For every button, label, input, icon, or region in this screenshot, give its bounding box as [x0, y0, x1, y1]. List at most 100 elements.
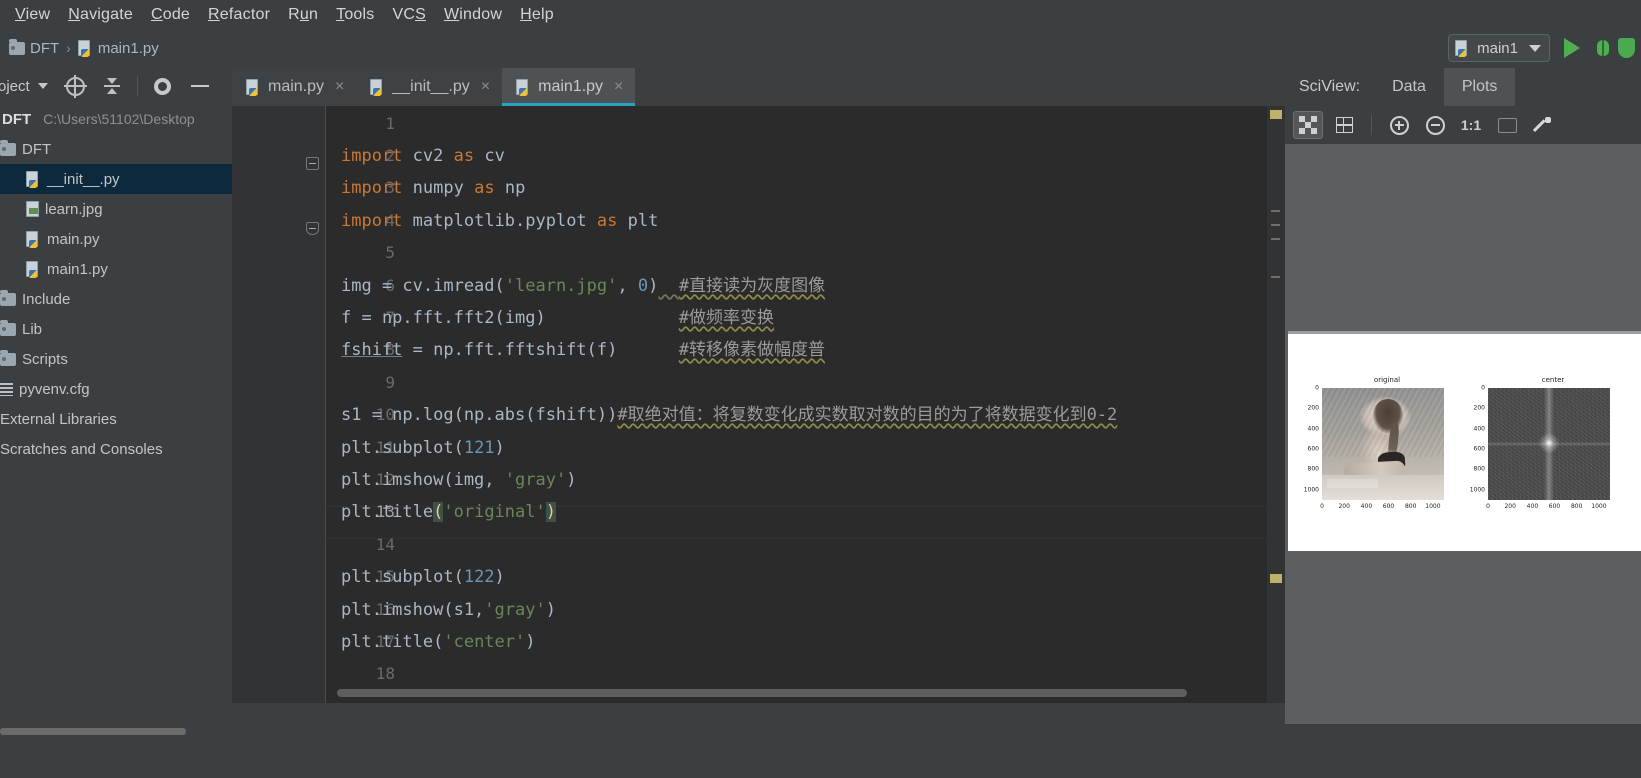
y-tick-label: 0	[1481, 384, 1485, 392]
fold-marker-icon[interactable]	[306, 222, 319, 235]
subplot-original: original 0 200 400 600 800 1000 0 200 40…	[1304, 376, 1452, 510]
menu-item-tools[interactable]: Tools	[327, 4, 383, 26]
code-line[interactable]: 8 fshift = np.fft.fftshift(f) #转移像素做幅度普	[325, 334, 1285, 367]
tab-main-py[interactable]: main.py ×	[232, 68, 357, 106]
line-content: s1 = np.log(np.abs(fshift))#取绝对值：将复数变化成实…	[341, 405, 1118, 425]
chevron-down-icon[interactable]	[37, 83, 48, 89]
scrollbar-thumb[interactable]	[0, 728, 186, 735]
grid-view-button[interactable]	[1329, 111, 1359, 139]
x-tick-label: 0	[1486, 503, 1490, 510]
tree-item-label: Scratches and Consoles	[0, 440, 163, 458]
menu-item-refactor[interactable]: Refactor	[199, 4, 279, 26]
code-line[interactable]: 4 import matplotlib.pyplot as plt	[325, 205, 1285, 238]
menu-item-view[interactable]: View	[6, 4, 59, 26]
editor-horizontal-scrollbar[interactable]	[337, 689, 1187, 697]
code-line[interactable]: 18	[325, 658, 1285, 691]
editor-bottom-area	[232, 703, 1285, 736]
close-icon[interactable]: ×	[335, 78, 344, 96]
code-line[interactable]: 2 import cv2 as cv	[325, 140, 1285, 173]
code-line[interactable]: 1	[325, 108, 1285, 141]
editor-gutter[interactable]	[232, 106, 320, 703]
pycharm-window: View Navigate Code Refactor Run Tools VC…	[0, 0, 1641, 778]
gear-icon[interactable]	[153, 77, 171, 95]
matplotlib-figure[interactable]: original 0 200 400 600 800 1000 0 200 40…	[1288, 331, 1641, 551]
breadcrumb-project-label: DFT	[30, 39, 60, 57]
code-line[interactable]: 12 plt.imshow(img, 'gray')	[325, 464, 1285, 497]
menu-item-help[interactable]: Help	[511, 4, 563, 26]
menu-item-navigate[interactable]: Navigate	[59, 4, 142, 26]
tab-plots[interactable]: Plots	[1443, 68, 1516, 106]
line-number: 9	[385, 373, 395, 392]
breadcrumb-file[interactable]: main1.py	[75, 39, 162, 57]
tree-item-scratches-and-consoles[interactable]: Scratches and Consoles	[0, 434, 232, 464]
run-toolbar: main1	[1448, 28, 1641, 68]
zoom-in-button[interactable]	[1384, 111, 1414, 139]
code-line[interactable]: 6 img = cv.imread('learn.jpg', 0) #直接读为灰…	[325, 270, 1285, 303]
x-tick-label: 600	[1382, 503, 1395, 510]
x-tick-label: 800	[1404, 503, 1417, 510]
editor-marker-strip[interactable]	[1267, 106, 1285, 703]
y-tick-label: 400	[1473, 425, 1485, 433]
menu-item-window[interactable]: Window	[435, 4, 511, 26]
hide-panel-icon[interactable]	[190, 85, 209, 87]
code-editor[interactable]: 1 2 import cv2 as cv 3 import numpy as n…	[232, 106, 1285, 703]
fit-to-window-button[interactable]	[1492, 111, 1522, 139]
code-line[interactable]: 7 f = np.fft.fft2(img) #做频率变换	[325, 302, 1285, 335]
menu-item-vcs[interactable]: VCS	[383, 4, 435, 26]
code-line[interactable]: 15 plt.subplot(122)	[325, 561, 1285, 594]
original-image	[1322, 388, 1444, 500]
tree-item-pyvenv-cfg[interactable]: pyvenv.cfg	[0, 374, 232, 404]
tree-item-include[interactable]: Include	[0, 284, 232, 314]
x-tick-label: 0	[1320, 503, 1324, 510]
line-content: plt.subplot(121)	[341, 438, 505, 458]
tab-data[interactable]: Data	[1374, 68, 1444, 106]
code-line[interactable]: 9	[325, 367, 1285, 400]
code-line[interactable]: 16 plt.imshow(s1,'gray')	[325, 594, 1285, 627]
tree-item-main-py[interactable]: main.py	[0, 224, 232, 254]
tree-item-external-libraries[interactable]: External Libraries	[0, 404, 232, 434]
pixel-view-button[interactable]	[1293, 111, 1323, 139]
tab-label: __init__.py	[392, 78, 470, 95]
color-picker-button[interactable]	[1528, 111, 1558, 139]
actual-size-button[interactable]: 1:1	[1456, 111, 1486, 139]
close-icon[interactable]: ×	[614, 78, 623, 96]
code-line[interactable]: 10 s1 = np.log(np.abs(fshift))#取绝对值：将复数变…	[325, 399, 1285, 432]
code-line[interactable]: 11 plt.subplot(121)	[325, 432, 1285, 465]
run-configuration-selector[interactable]: main1	[1448, 34, 1550, 62]
close-icon[interactable]: ×	[481, 78, 490, 96]
menu-item-run[interactable]: Run	[279, 4, 327, 26]
zoom-out-button[interactable]	[1420, 111, 1450, 139]
tab-main1-py[interactable]: main1.py ×	[502, 68, 636, 106]
collapse-all-icon[interactable]	[103, 77, 121, 95]
code-line[interactable]: 3 import numpy as np	[325, 172, 1285, 205]
breadcrumb-project[interactable]: DFT	[6, 38, 62, 57]
project-panel-toolbar: oject	[0, 68, 232, 104]
tree-item-label: DFT	[22, 140, 52, 158]
code-line[interactable]: 13 plt.title('original')	[325, 496, 1285, 529]
tree-item-scripts[interactable]: Scripts	[0, 344, 232, 374]
tab-init-py[interactable]: __init__.py ×	[356, 68, 503, 106]
select-opened-file-icon[interactable]	[63, 74, 87, 98]
code-line[interactable]: 14	[325, 529, 1285, 562]
project-panel-horizontal-scrollbar[interactable]	[0, 726, 232, 736]
y-tick-label: 1000	[1303, 486, 1319, 494]
code-line[interactable]: 5	[325, 237, 1285, 270]
project-root-row[interactable]: DFT C:\Users\51102\Desktop	[0, 104, 232, 134]
fold-marker-icon[interactable]	[306, 157, 319, 170]
tree-item-lib[interactable]: Lib	[0, 314, 232, 344]
folder-icon	[9, 38, 25, 55]
code-text-area[interactable]: 1 2 import cv2 as cv 3 import numpy as n…	[325, 106, 1285, 703]
tree-item-dft[interactable]: DFT	[0, 134, 232, 164]
tree-item-init-py[interactable]: __init__.py	[0, 164, 232, 194]
warning-marker[interactable]	[1270, 574, 1282, 583]
code-line[interactable]: 17 plt.title('center')	[325, 626, 1285, 659]
debug-button[interactable]	[1594, 38, 1612, 58]
run-button[interactable]	[1564, 38, 1580, 58]
tree-item-learn-jpg[interactable]: learn.jpg	[0, 194, 232, 224]
menu-item-code[interactable]: Code	[142, 4, 199, 26]
warning-marker[interactable]	[1270, 110, 1282, 119]
tree-item-main1-py[interactable]: main1.py	[0, 254, 232, 284]
toolbar-divider	[136, 76, 138, 96]
project-tree[interactable]: DFT C:\Users\51102\Desktop DFT __init__.…	[0, 104, 232, 724]
run-with-coverage-button[interactable]	[1618, 38, 1635, 58]
